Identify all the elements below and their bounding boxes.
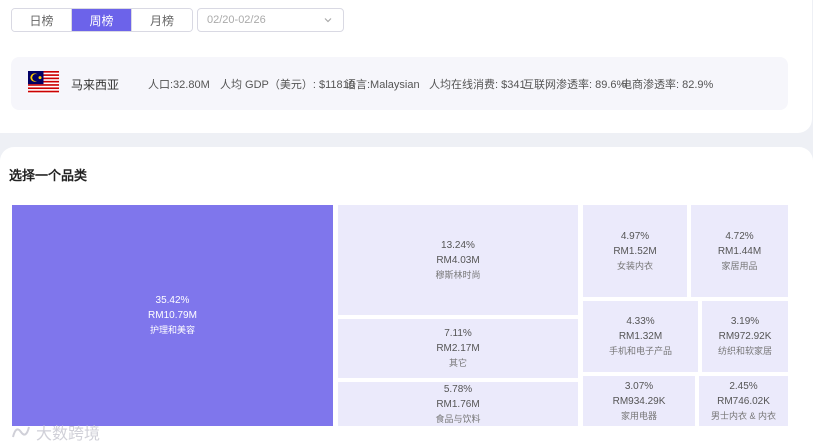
cell-percent: 4.97%	[620, 230, 650, 242]
tab-daily[interactable]: 日榜	[12, 9, 72, 31]
treemap-cell[interactable]: 4.33% RM1.32M 手机和电子产品	[583, 301, 698, 372]
cell-percent: 2.45%	[729, 380, 758, 392]
cell-amount: RM1.32M	[618, 331, 663, 342]
cell-amount: RM746.02K	[717, 395, 770, 407]
watermark-text: 大数跨境	[36, 426, 101, 443]
language-stat: 语言:Malaysian	[345, 79, 420, 91]
cell-category: 穆斯林时尚	[435, 269, 481, 280]
watermark: 大数跨境	[10, 420, 100, 444]
internet-rate-stat: 互联网渗透率: 89.6%	[523, 79, 627, 91]
watermark-logo-icon	[12, 426, 30, 438]
treemap-cell[interactable]: 13.24% RM4.03M 穆斯林时尚	[338, 205, 578, 315]
cell-category: 其它	[448, 358, 467, 368]
tab-weekly[interactable]: 周榜	[72, 9, 132, 31]
cell-amount: RM972.92K	[718, 331, 772, 342]
cell-amount: RM10.79M	[148, 310, 197, 321]
cell-category: 纺织和软家居	[717, 346, 772, 356]
cell-percent: 3.07%	[624, 380, 654, 392]
population-stat: 人口:32.80M	[148, 79, 210, 91]
cell-amount: RM1.44M	[717, 245, 762, 257]
section-title: 选择一个品类	[9, 168, 88, 183]
country-info-bar: 马来西亚 人口:32.80M 人均 GDP（美元）: $11810 语言:Mal…	[11, 57, 788, 110]
cell-category: 食品与饮料	[435, 413, 481, 424]
cell-percent: 4.72%	[725, 230, 754, 242]
cell-percent: 3.19%	[730, 316, 760, 327]
tab-monthly[interactable]: 月榜	[132, 9, 192, 31]
cell-percent: 5.78%	[443, 383, 473, 395]
date-range-value: 02/20-02/26	[207, 14, 266, 26]
cell-amount: RM4.03M	[436, 254, 480, 266]
online-spend-stat: 人均在线消费: $341	[429, 79, 526, 91]
cell-category: 家用电器	[620, 410, 657, 421]
treemap-cell[interactable]: 4.72% RM1.44M 家居用品	[691, 205, 788, 297]
treemap-cell[interactable]: 5.78% RM1.76M 食品与饮料	[338, 382, 578, 426]
treemap-cell[interactable]: 35.42% RM10.79M 护理和美容	[12, 205, 333, 426]
chevron-down-icon	[324, 18, 332, 23]
treemap-cell[interactable]: 2.45% RM746.02K 男士内衣 & 内衣	[699, 376, 788, 426]
cell-category: 家居用品	[721, 260, 758, 271]
malaysia-flag-icon	[28, 71, 59, 94]
treemap-cell[interactable]: 3.07% RM934.29K 家用电器	[583, 376, 695, 426]
treemap-cell[interactable]: 4.97% RM1.52M 女装内衣	[583, 205, 687, 297]
country-name: 马来西亚	[71, 78, 120, 92]
cell-percent: 13.24%	[441, 239, 475, 251]
period-tabs: 日榜 周榜 月榜	[11, 8, 193, 32]
cell-amount: RM1.52M	[613, 245, 657, 257]
cell-category: 护理和美容	[149, 325, 195, 335]
cell-percent: 35.42%	[155, 295, 190, 306]
cell-category: 女装内衣	[616, 260, 653, 271]
ecommerce-rate-stat: 电商渗透率: 82.9%	[621, 79, 714, 91]
cell-amount: RM934.29K	[612, 395, 666, 407]
cell-category: 男士内衣 & 内衣	[710, 410, 776, 421]
cell-amount: RM2.17M	[436, 343, 480, 354]
treemap-cell[interactable]: 3.19% RM972.92K 纺织和软家居	[702, 301, 788, 372]
treemap-cell[interactable]: 7.11% RM2.17M 其它	[338, 319, 578, 378]
cell-amount: RM1.76M	[436, 398, 480, 410]
top-panel: 日榜 周榜 月榜 02/20-02/26 马来西亚 人口:32.80M 人均 G…	[0, 0, 812, 133]
date-range-select[interactable]: 02/20-02/26	[197, 8, 344, 32]
gdp-stat: 人均 GDP（美元）: $11810	[220, 79, 355, 91]
cell-percent: 4.33%	[626, 316, 655, 327]
cell-percent: 7.11%	[444, 328, 472, 339]
cell-category: 手机和电子产品	[608, 346, 672, 356]
